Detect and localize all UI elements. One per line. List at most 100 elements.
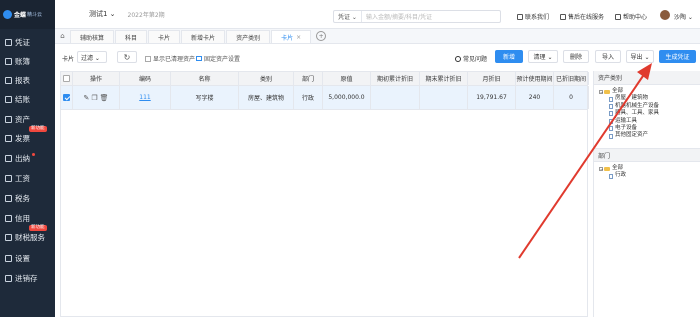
sidebar-item-label: 出纳 xyxy=(15,154,30,164)
faq-link[interactable]: 常见问题 xyxy=(455,54,487,63)
sidebar-item-3[interactable]: 结账 xyxy=(0,90,55,109)
tab-1[interactable]: 科目 xyxy=(115,30,148,43)
file-icon xyxy=(609,133,613,139)
new-feature-badge: 新功能 xyxy=(29,126,47,132)
sidebar-item-7[interactable]: 工资 xyxy=(0,169,55,188)
contact-link[interactable]: 联系我们 xyxy=(517,12,549,21)
sidebar-item-4[interactable]: 资产 xyxy=(0,110,55,129)
clear-button[interactable]: 清理 ⌄ xyxy=(528,50,558,63)
column-header: 期末累计折旧 xyxy=(420,72,468,85)
show-cleared-checkbox[interactable]: 显示已清理资产 xyxy=(145,54,195,63)
sidebar-item-8[interactable]: 税务 xyxy=(0,189,55,208)
checkbox-icon xyxy=(63,94,70,101)
collapse-icon[interactable]: − xyxy=(599,166,603,171)
sidebar-item-label: 进销存 xyxy=(15,274,38,284)
used-value: 0 xyxy=(569,94,573,101)
global-search[interactable]: 凭证 ⌄ 输入金额/摘要/科目/凭证 xyxy=(333,10,501,23)
sidebar-item-10[interactable]: 财税服务 新功能 xyxy=(0,225,55,247)
file-icon xyxy=(609,96,613,102)
category-tree: − 全部 房屋、建筑物 机器机械生产设备 器具、工具、家具 运输工具 电子设备 其他固定资产 xyxy=(594,85,700,148)
tree-node[interactable]: − 全部 xyxy=(594,165,700,172)
cell-open_dep xyxy=(371,86,420,109)
tree-node[interactable]: 其他固定资产 xyxy=(594,132,700,139)
checkbox-icon xyxy=(63,75,70,82)
edit-icon[interactable]: ✎ xyxy=(83,94,89,102)
sidebar-item-5[interactable]: 发票 新功能 xyxy=(0,126,55,148)
tab-label: 卡片 xyxy=(281,34,294,42)
tree-node-label: 运输工具 xyxy=(615,117,638,124)
headset-icon xyxy=(560,13,567,20)
column-header: 部门 xyxy=(294,72,323,85)
sidebar-item-11[interactable]: 设置 xyxy=(0,249,55,268)
select-all-checkbox[interactable] xyxy=(61,72,73,85)
sidebar-item-label: 税务 xyxy=(15,194,30,204)
copy-icon[interactable]: ❐ xyxy=(91,94,97,102)
tab-label: 科目 xyxy=(125,34,138,42)
new-feature-badge: 新功能 xyxy=(29,225,47,231)
row-checkbox[interactable] xyxy=(61,86,73,109)
table-header: 操作 编码 名称 类别 部门 原值 期初累计折旧 期末累计折旧 月折旧 预计使用期间 已折旧期间 xyxy=(61,72,589,86)
tab-0[interactable]: 辅助核算 xyxy=(70,30,115,43)
tab-3[interactable]: 新增卡片 xyxy=(181,30,226,43)
export-button[interactable]: 导出 ⌄ xyxy=(626,50,654,63)
add-button[interactable]: 新增 xyxy=(495,50,523,63)
tree-node[interactable]: 房屋、建筑物 xyxy=(594,95,700,102)
monthly-value: 19,791.67 xyxy=(476,94,507,101)
user-menu[interactable]: 沙陶 ⌄ xyxy=(674,12,693,21)
tab-label: 辅助核算 xyxy=(80,34,105,42)
tree-node[interactable]: 器具、工具、家具 xyxy=(594,110,700,117)
delete-icon[interactable]: 🗑 xyxy=(100,94,109,102)
sidebar-item-2[interactable]: 报表 xyxy=(0,71,55,90)
tree-node-label: 行政 xyxy=(615,172,627,179)
dept-panel-title: 部门 xyxy=(594,148,700,162)
refresh-button[interactable]: ↻ xyxy=(117,51,137,63)
tab-4[interactable]: 资产类别 xyxy=(226,30,271,43)
account-selector[interactable]: 测试1 ⌄ xyxy=(89,9,116,19)
show-cleared-label: 显示已清理资产 xyxy=(153,56,196,63)
app-root: 金蝶 精斗云 凭证 账簿 报表 结账 资产 发票 新功能出纳工资税务信用 财税服务 新功能 设置进… xyxy=(0,0,700,317)
service-label: 售后在线服务 xyxy=(568,14,605,21)
help-icon xyxy=(615,13,622,20)
file-icon xyxy=(609,104,613,110)
header-links: 联系我们 售后在线服务 帮助中心 xyxy=(517,12,658,21)
sidebar-item-1[interactable]: 账簿 xyxy=(0,52,55,71)
tree-node-label: 房屋、建筑物 xyxy=(615,95,649,102)
cell-life: 240 xyxy=(516,86,554,109)
original-value: 5,000,000.0 xyxy=(328,94,365,101)
tab-2[interactable]: 卡片 xyxy=(148,30,181,43)
sidebar-item-6[interactable]: 出纳 xyxy=(0,149,55,168)
service-link[interactable]: 售后在线服务 xyxy=(560,12,604,21)
question-icon xyxy=(455,55,461,62)
import-button[interactable]: 导入 xyxy=(595,50,621,63)
tree-node[interactable]: 行政 xyxy=(594,172,700,179)
collapse-icon[interactable]: − xyxy=(599,89,603,94)
logo[interactable]: 金蝶 精斗云 xyxy=(0,0,55,29)
fixed-asset-settings-link[interactable]: 固定资产设置 xyxy=(196,54,240,63)
cell-name: 写字楼 xyxy=(171,86,239,109)
tab-label: 新增卡片 xyxy=(191,34,216,42)
delete-button[interactable]: 删除 xyxy=(563,50,589,63)
nav-icon xyxy=(5,175,12,183)
sidebar-item-0[interactable]: 凭证 xyxy=(0,33,55,52)
column-header: 期初累计折旧 xyxy=(371,72,420,85)
home-icon[interactable]: ⌂ xyxy=(55,29,70,43)
generate-voucher-button[interactable]: 生成凭证 xyxy=(659,50,696,63)
code-value[interactable]: 111 xyxy=(139,94,150,101)
search-type-dropdown[interactable]: 凭证 ⌄ xyxy=(334,11,362,22)
help-link[interactable]: 帮助中心 xyxy=(615,12,647,21)
table-row[interactable]: ✎ ❐ 🗑 111 写字楼 房屋、建筑物 行政 5,000,000.0 19,791.67 240… xyxy=(61,86,589,110)
checkbox-icon xyxy=(145,55,151,62)
cell-category: 房屋、建筑物 xyxy=(239,86,294,109)
right-panel: 资产类别 − 全部 房屋、建筑物 机器机械生产设备 器具、工具、家具 运输工具 电子设备 其他… xyxy=(593,71,700,317)
close-tab-icon[interactable]: × xyxy=(296,34,301,41)
tab-5[interactable]: 卡片 × xyxy=(271,30,312,43)
cell-close_dep xyxy=(420,86,468,109)
sidebar-item-12[interactable]: 进销存 xyxy=(0,269,55,288)
search-input[interactable]: 输入金额/摘要/科目/凭证 xyxy=(362,12,432,21)
avatar[interactable] xyxy=(660,10,670,20)
tree-node-label: 其他固定资产 xyxy=(615,132,649,139)
tree-node[interactable]: 运输工具 xyxy=(594,118,700,125)
filter-dropdown[interactable]: 过滤 ⌄ xyxy=(77,51,107,63)
add-tab-icon[interactable]: + xyxy=(316,31,327,41)
sidebar-item-9[interactable]: 信用 xyxy=(0,209,55,228)
